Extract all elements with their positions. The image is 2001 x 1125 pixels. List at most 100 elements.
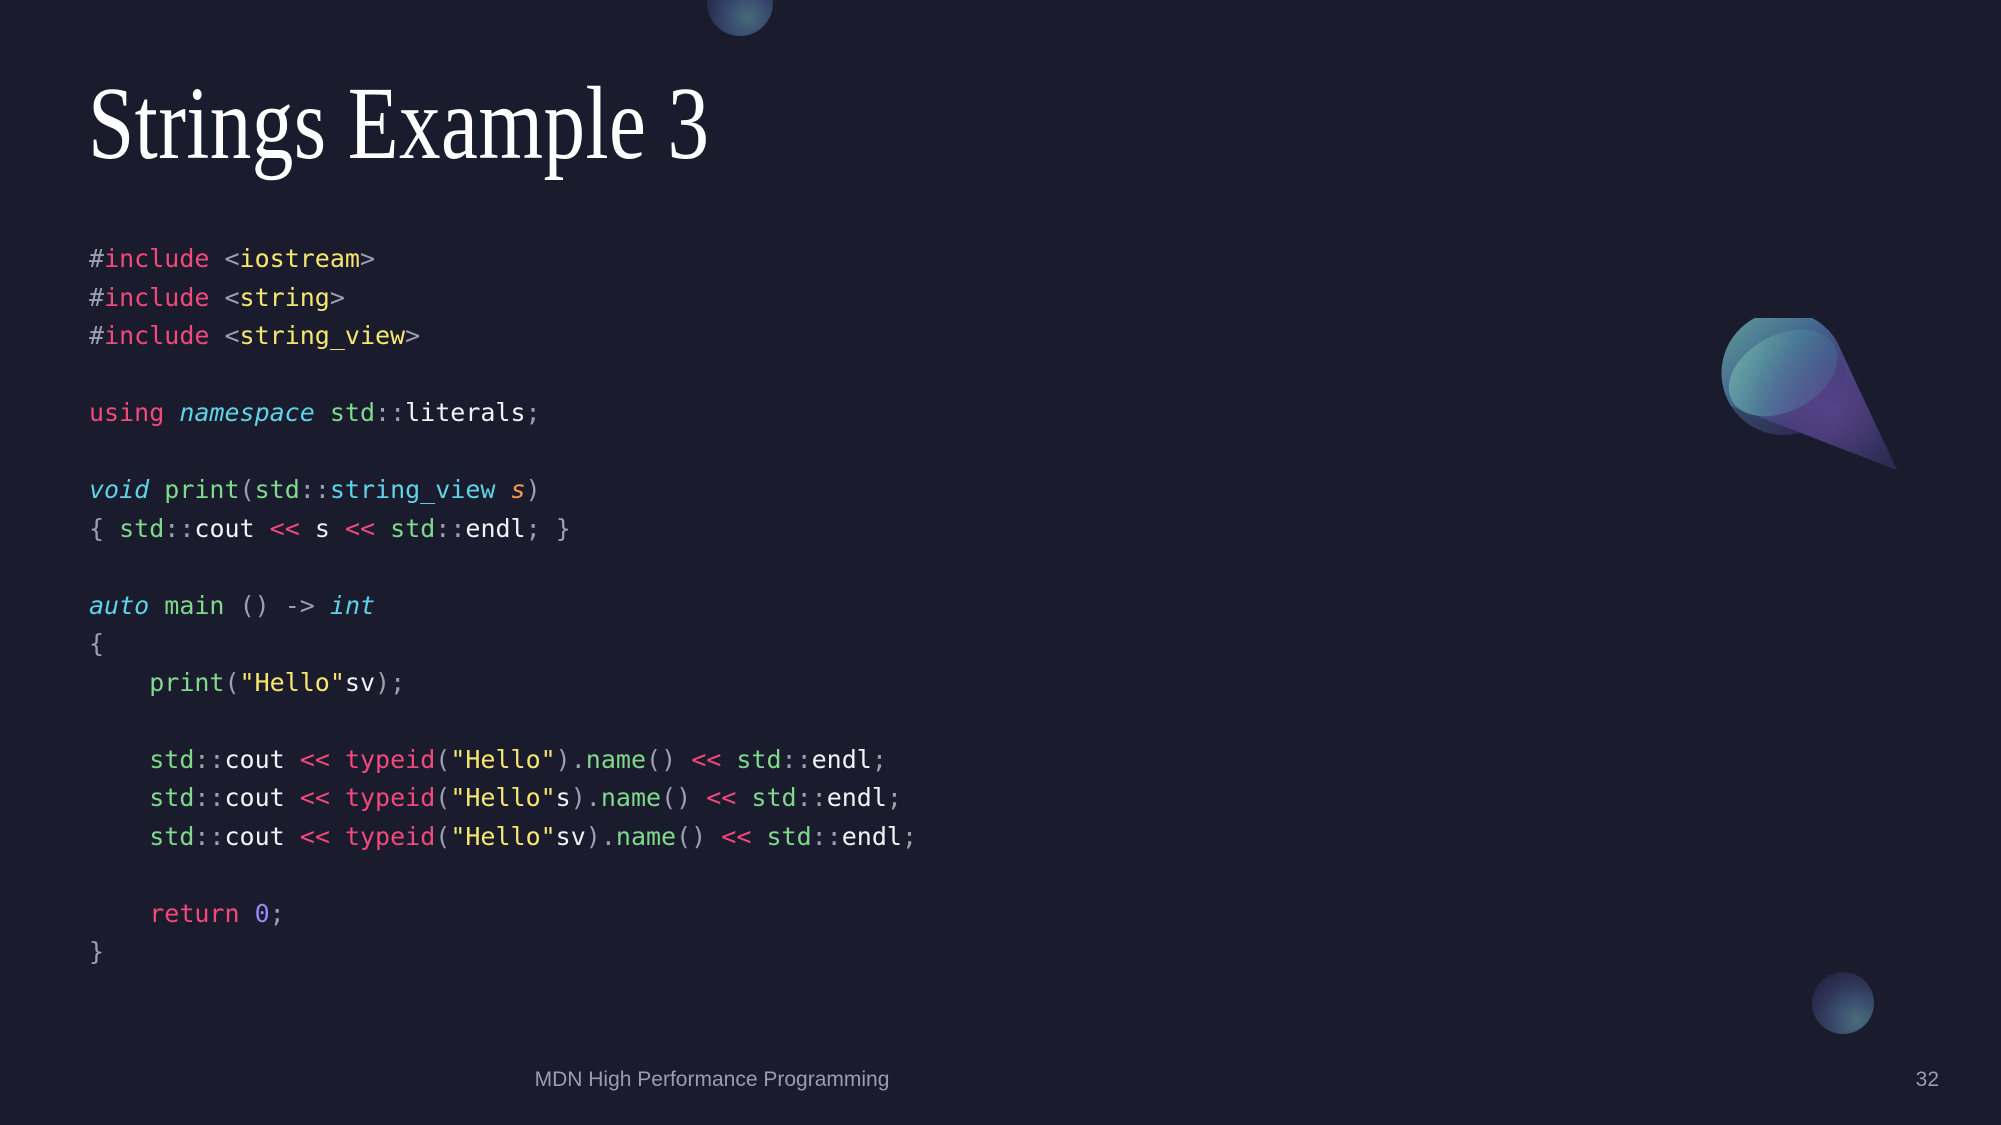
code-token: string_view [329, 475, 496, 504]
code-token: ; [269, 898, 285, 928]
code-token: ( [435, 821, 451, 851]
code-token: # [89, 282, 105, 312]
code-token: iostream [239, 244, 360, 273]
code-token: << [691, 744, 722, 774]
code-token: cout [194, 513, 255, 543]
code-token: name [615, 821, 677, 851]
code-token: std [149, 783, 195, 812]
code-line: return 0; [89, 895, 917, 934]
code-token: ) [585, 821, 601, 851]
code-token: std [119, 513, 165, 543]
code-token: ; [390, 667, 406, 697]
code-token: endl [465, 513, 526, 543]
code-token: :: [811, 821, 842, 851]
code-token: ( [224, 667, 240, 697]
code-token: endl [811, 744, 872, 774]
code-token: auto [89, 590, 150, 620]
code-token: namespace [179, 398, 315, 427]
code-token: } [555, 513, 571, 543]
code-token: int [329, 590, 376, 620]
code-token: ; [886, 783, 902, 812]
slide-canvas: Strings Example 3 #include <iostream> #in… [0, 0, 2001, 1125]
code-line: #include <string> [89, 279, 917, 318]
code-token: return [149, 898, 240, 928]
code-token: std [390, 513, 436, 543]
code-token: name [585, 744, 647, 774]
code-token: :: [375, 398, 406, 427]
code-token: > [405, 321, 421, 350]
code-token: using [89, 398, 165, 427]
code-line: #include <string_view> [89, 317, 917, 356]
code-token: ) [525, 475, 541, 504]
code-token: std [751, 783, 797, 812]
code-token: :: [164, 513, 195, 543]
page-number: 32 [1915, 1068, 1939, 1091]
code-token: () [676, 821, 707, 851]
code-token: << [706, 783, 737, 812]
cone-decoration [1715, 318, 1915, 508]
code-token: << [721, 821, 752, 851]
code-line: std::cout << typeid("Hello").name() << s… [89, 741, 917, 780]
code-token: void [89, 475, 150, 504]
code-token: () [661, 783, 692, 812]
code-token: print [164, 475, 240, 504]
code-token: std [329, 398, 376, 427]
sphere-decoration-bottom [1812, 972, 1874, 1034]
code-token: () [239, 590, 270, 620]
code-token: string [239, 282, 330, 312]
code-token: << [269, 513, 300, 543]
code-token: . [570, 744, 586, 774]
code-token: sv [344, 667, 376, 697]
code-token: . [600, 821, 616, 851]
code-token: << [299, 744, 330, 774]
code-token: < [224, 321, 240, 350]
code-token: s [314, 513, 330, 543]
code-token: ( [435, 744, 451, 774]
code-token: print [149, 667, 225, 697]
code-token: std [149, 821, 195, 851]
code-token: () [646, 744, 677, 774]
code-line: #include <iostream> [89, 240, 917, 279]
code-token: ) [375, 667, 391, 697]
code-token: :: [435, 513, 466, 543]
code-token: std [736, 744, 782, 774]
code-token: :: [194, 744, 225, 774]
code-token: :: [796, 783, 827, 812]
code-token: ; [871, 744, 887, 774]
code-token: :: [299, 475, 330, 504]
code-line: { std::cout << s << std::endl; } [89, 510, 917, 549]
code-line: auto main () -> int [89, 587, 917, 626]
code-token: endl [841, 821, 902, 851]
code-token: ( [239, 475, 255, 504]
code-line: std::cout << typeid("Hello"s).name() << … [89, 779, 917, 818]
code-token: main [164, 590, 225, 620]
code-token: name [600, 783, 662, 812]
code-token: < [224, 282, 240, 312]
code-token: << [299, 821, 330, 851]
code-token: ) [555, 744, 571, 774]
code-token: ) [570, 783, 586, 812]
code-token: typeid [344, 821, 436, 851]
code-token: string_view [239, 321, 406, 350]
